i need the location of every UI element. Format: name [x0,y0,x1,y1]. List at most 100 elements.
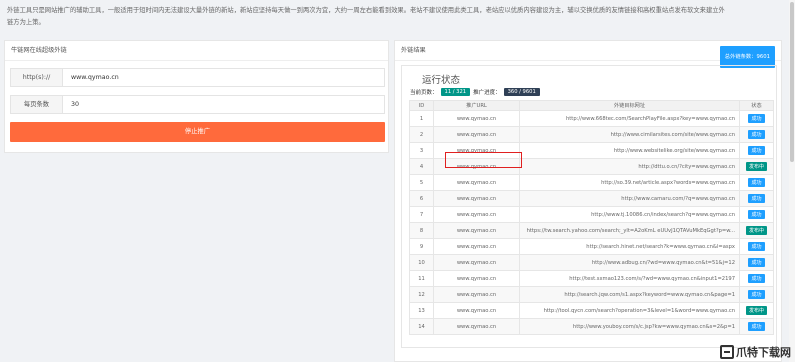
watermark-text: 爪特下载网 [736,346,791,359]
cell-status: 成功 [739,126,774,143]
progress-label: 推广进度： [473,90,501,96]
cell-target: http://so.39.net/article.aspx?words=www.… [519,174,740,191]
status-badge: 成功 [748,322,765,331]
cell-target: http://www.tj.10086.cn/index/search?q=ww… [519,206,740,223]
status-badge: 成功 [748,114,765,123]
cell-status: 成功 [739,142,774,159]
status-badge: 成功 [748,130,765,139]
cell-url: www.qymao.cn [433,174,520,191]
table-row: 13 www.qymao.cn http://tool.qycn.com/searc… [409,302,774,319]
table-row: 9 www.qymao.cn http://search.hinet.net/sea… [409,238,774,255]
status-badge: 成功 [748,194,765,203]
cell-status: 成功 [739,206,774,223]
cell-url: www.qymao.cn [433,222,520,239]
col-url: 推广URL [433,100,520,111]
col-status: 状态 [739,100,774,111]
cell-id: 2 [409,126,434,143]
per-page-label: 每页条数 [11,96,63,113]
cell-target: https://tw.search.yahoo.com/search;_ylt=… [519,222,740,239]
cell-url: www.qymao.cn [433,206,520,223]
per-page-input[interactable]: 30 [63,96,384,113]
cell-status: 成功 [739,318,774,335]
cell-target: http://www.websitelike.org/site/www.qyma… [519,142,740,159]
cell-target: http://search.hinet.net/search?k=www.qym… [519,238,740,255]
cell-url: www.qymao.cn [433,238,520,255]
table-row: 7 www.qymao.cn http://www.tj.10086.cn/inde… [409,206,774,223]
table-row: 3 www.qymao.cn http://www.websitelike.org/… [409,142,774,159]
status-badge: 成功 [748,242,765,251]
status-box: 运行状态 当前页数： 11 / 321 推广进度： 360 / 9601 ID … [401,65,777,348]
table-row: 12 www.qymao.cn http://search.jqw.com/s1.a… [409,286,774,303]
cell-status: 发布中 [739,222,774,239]
cell-id: 7 [409,206,434,223]
intro-text: 外链工具只是网站推广的辅助工具，一般适用于短时间内无法建设大量外链的新站，新站应… [7,7,725,26]
cell-target: http://www.camaru.com/?q=www.qymao.cn [519,190,740,207]
cell-id: 4 [409,158,434,175]
per-page-row: 每页条数 30 [10,95,385,114]
result-title-text: 外链结果 [401,47,426,54]
cell-url: www.qymao.cn [433,286,520,303]
scrollbar-thumb[interactable] [790,2,794,162]
cell-status: 成功 [739,174,774,191]
cell-target: http://test.sxmao123.com/s/?wd=www.qymao… [519,270,740,287]
table-row: 10 www.qymao.cn http://www.adbug.cn/?wd=ww… [409,254,774,271]
cell-id: 14 [409,318,434,335]
table-row: 6 www.qymao.cn http://www.camaru.com/?q=ww… [409,190,774,207]
col-id: ID [409,100,434,111]
status-badge: 成功 [748,210,765,219]
cell-target: http://search.jqw.com/s1.aspx?keyword=ww… [519,286,740,303]
progress-line: 当前页数： 11 / 321 推广进度： 360 / 9601 [410,88,540,96]
cell-target: http://www.cimilarsites.com/site/www.qym… [519,126,740,143]
watermark-logo-icon [720,345,734,359]
cell-url: www.qymao.cn [433,302,520,319]
cell-target: http://tool.qycn.com/search?operation=3&… [519,302,740,319]
cell-target: http://www.668tec.com/SearchPlayFile.asp… [519,110,740,127]
status-badge: 发布中 [745,226,767,235]
cell-url: www.qymao.cn [433,126,520,143]
progress-badge: 360 / 9601 [503,88,540,96]
status-badge: 成功 [748,146,765,155]
cell-id: 6 [409,190,434,207]
table-row: 14 www.qymao.cn http://www.youboy.com/s/c.… [409,318,774,335]
stop-button[interactable]: 停止推广 [10,122,385,142]
link-form-panel: 牛链网在线超级外链 http(s):// www.qymao.cn 每页条数 3… [4,40,389,153]
cell-target: http://www.youboy.com/s/c.jsp?kw=www.qym… [519,318,740,335]
cell-status: 成功 [739,190,774,207]
cell-id: 11 [409,270,434,287]
cell-id: 3 [409,142,434,159]
result-panel: 外链结果 总外链条数：9601 运行状态 当前页数： 11 / 321 推广进度… [394,40,782,362]
status-badge: 发布中 [745,162,767,171]
col-target: 外链目标网址 [519,100,740,111]
status-badge: 成功 [748,274,765,283]
cell-target: http://www.adbug.cn/?wd=www.qymao.cn&t=5… [519,254,740,271]
cell-status: 成功 [739,238,774,255]
cell-status: 发布中 [739,158,774,175]
cell-id: 9 [409,238,434,255]
cell-url: www.qymao.cn [433,110,520,127]
cell-id: 10 [409,254,434,271]
cell-status: 成功 [739,286,774,303]
scrollbar[interactable] [789,0,795,362]
url-row: http(s):// www.qymao.cn [10,68,385,87]
cell-url: www.qymao.cn [433,190,520,207]
table-header: ID 推广URL 外链目标网址 状态 [409,100,774,111]
cell-id: 5 [409,174,434,191]
result-panel-title: 外链结果 总外链条数：9601 [395,41,781,68]
current-page-label: 当前页数： [410,90,438,96]
cell-url: www.qymao.cn [433,270,520,287]
cell-id: 8 [409,222,434,239]
cell-id: 1 [409,110,434,127]
table-row: 4 www.qymao.cn http://dttu.o.cn/?city=www.… [409,158,774,175]
cell-id: 13 [409,302,434,319]
results-table: ID 推广URL 外链目标网址 状态 1 www.qymao.cn http://w… [409,100,774,335]
url-input[interactable]: www.qymao.cn [63,69,384,86]
current-page-badge: 11 / 321 [440,88,471,96]
cell-status: 成功 [739,254,774,271]
cell-id: 12 [409,286,434,303]
status-badge: 成功 [748,178,765,187]
form-panel-title: 牛链网在线超级外链 [5,41,388,61]
cell-status: 成功 [739,110,774,127]
table-row: 8 www.qymao.cn https://tw.search.yahoo.com… [409,222,774,239]
cell-target: http://dttu.o.cn/?city=www.qymao.cn [519,158,740,175]
table-row: 1 www.qymao.cn http://www.668tec.com/Searc… [409,110,774,127]
